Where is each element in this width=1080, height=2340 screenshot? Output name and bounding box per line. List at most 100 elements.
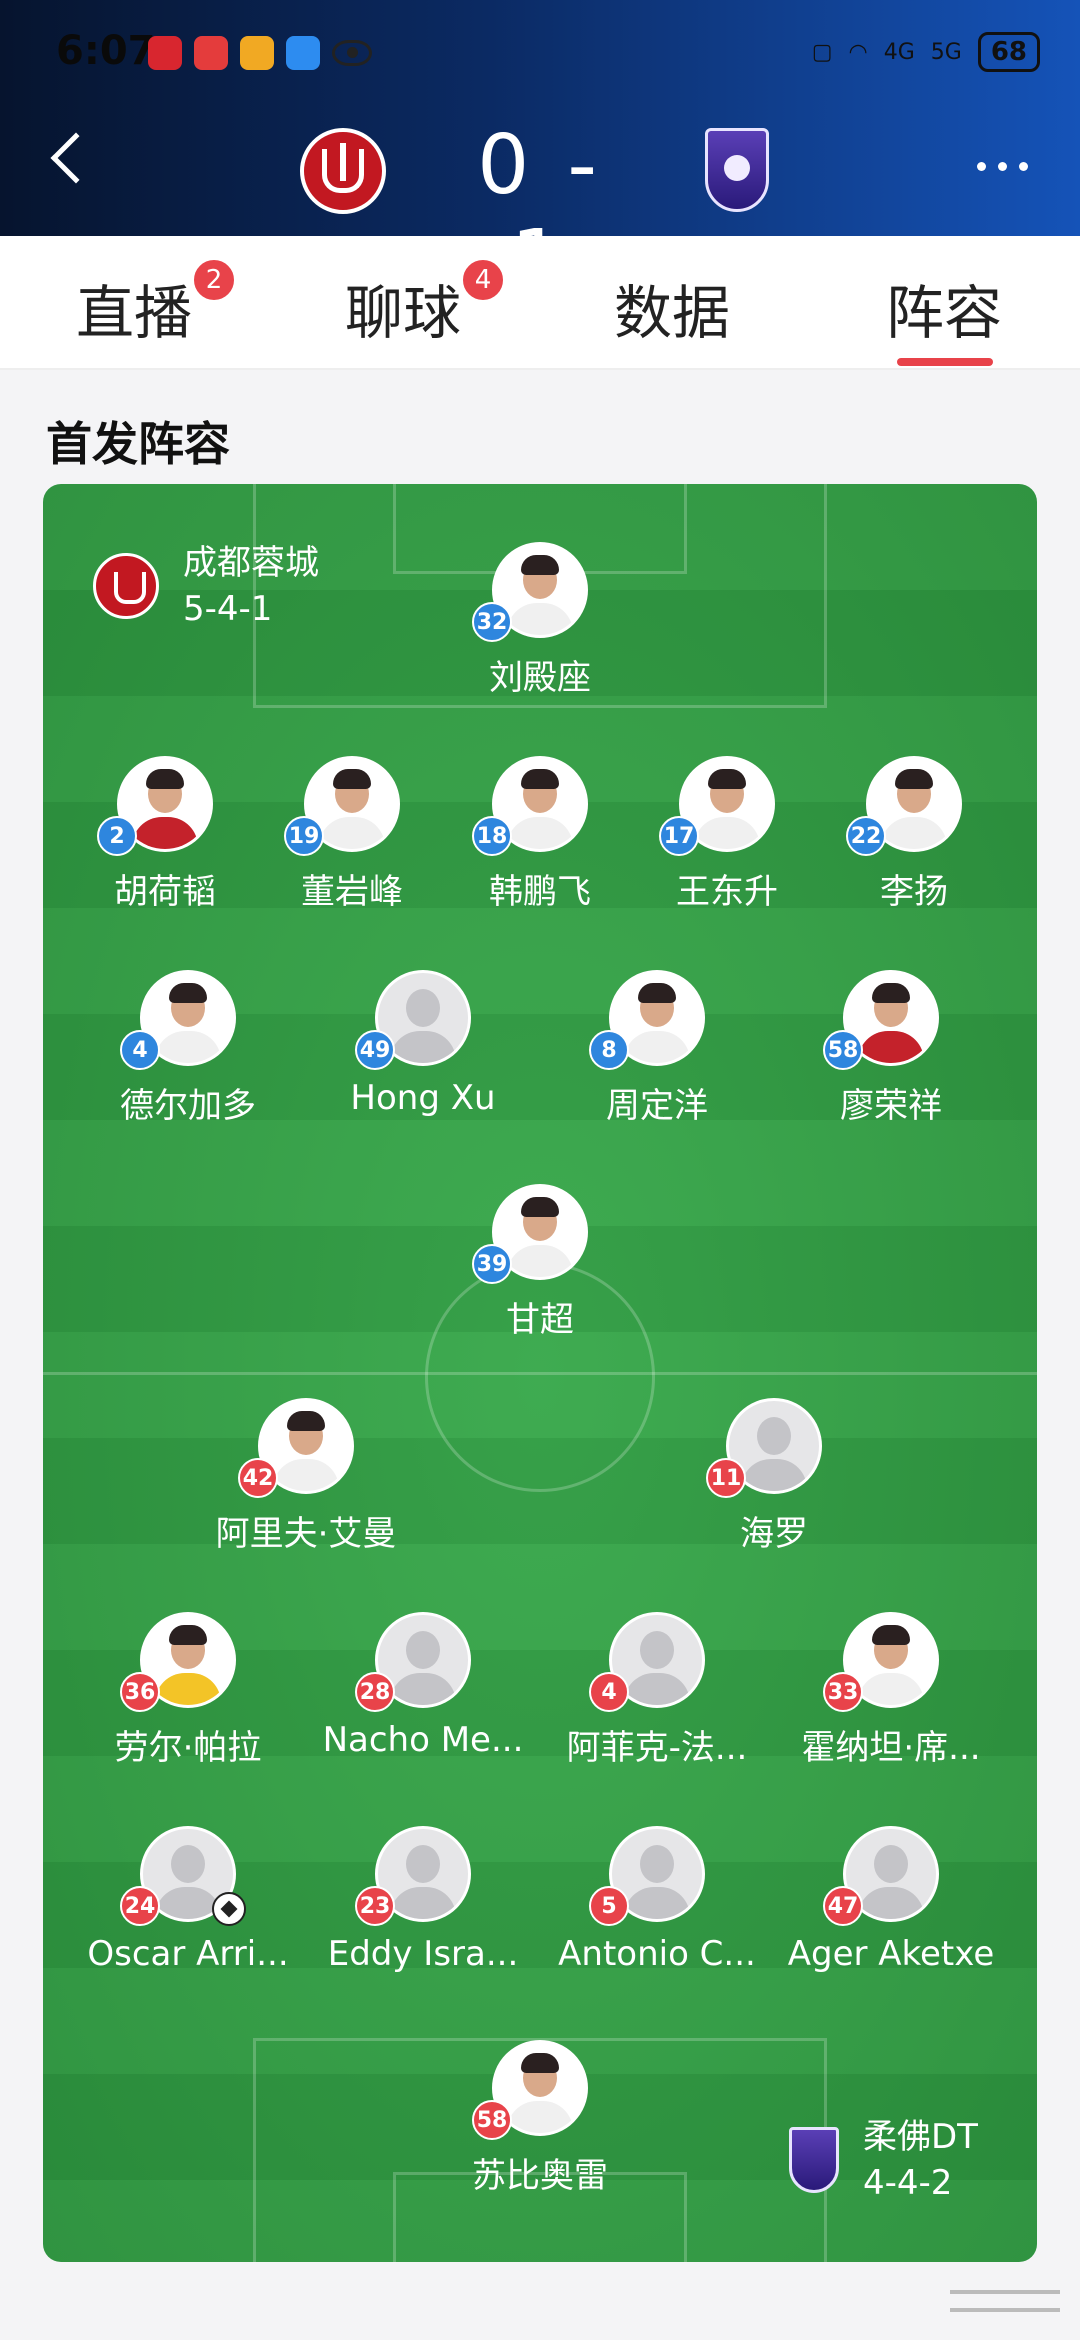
player-card[interactable]: 24 Oscar Arri... xyxy=(78,1826,298,1976)
weather-icon xyxy=(286,36,320,70)
player-card[interactable]: 58 苏比奥雷 xyxy=(430,2040,650,2196)
tab-badge: 2 xyxy=(192,258,237,302)
status-time: 6:07 xyxy=(56,28,156,74)
jersey-number: 47 xyxy=(823,1886,863,1926)
away-team-tag: 柔佛DT 4-4-2 xyxy=(789,2114,978,2206)
player-card[interactable]: 8 周定洋 xyxy=(547,970,767,1126)
jersey-number: 2 xyxy=(97,816,137,856)
player-card[interactable]: 11 海罗 xyxy=(664,1398,884,1554)
jersey-number: 22 xyxy=(846,816,886,856)
player-name: 廖荣祥 xyxy=(840,1086,942,1126)
jersey-number: 8 xyxy=(589,1030,629,1070)
player-name: 董岩峰 xyxy=(301,872,403,912)
more-icon[interactable] xyxy=(977,162,1028,171)
jersey-number: 33 xyxy=(823,1672,863,1712)
lineup-pitch: 成都蓉城 5-4-1 柔佛DT 4-4-2 32 刘殿座 2 胡荷韬 19 董岩… xyxy=(43,484,1037,2262)
jersey-number: 19 xyxy=(284,816,324,856)
home-team-name: 成都蓉城 xyxy=(183,543,319,583)
player-card[interactable]: 58 廖荣祥 xyxy=(781,970,1001,1126)
player-card[interactable]: 42 阿里夫·艾曼 xyxy=(196,1398,416,1554)
player-name: 海罗 xyxy=(740,1514,808,1554)
jersey-number: 36 xyxy=(120,1672,160,1712)
gesture-handle[interactable] xyxy=(950,2290,1060,2312)
away-team-formation: 4-4-2 xyxy=(863,2163,953,2203)
player-card[interactable]: 49 Hong Xu xyxy=(313,970,533,1120)
player-card[interactable]: 4 德尔加多 xyxy=(78,970,298,1126)
status-bar: 6:07 ▢ ◠ 4G 5G 68 xyxy=(0,0,1080,100)
player-card[interactable]: 39 甘超 xyxy=(430,1184,650,1340)
status-app-icons xyxy=(148,36,372,70)
jersey-number: 11 xyxy=(706,1458,746,1498)
app-notification-icon xyxy=(194,36,228,70)
player-name: Ager Aketxe xyxy=(787,1934,995,1974)
goal-ball-icon xyxy=(212,1892,246,1926)
jersey-number: 5 xyxy=(589,1886,629,1926)
jersey-number: 49 xyxy=(355,1030,395,1070)
player-name: 李扬 xyxy=(880,872,948,912)
tab-label: 聊球 xyxy=(345,279,462,347)
player-card[interactable]: 47 Ager Aketxe xyxy=(781,1826,1001,1976)
away-team-logo-icon xyxy=(789,2127,839,2193)
jersey-number: 39 xyxy=(472,1244,512,1284)
jersey-number: 18 xyxy=(472,816,512,856)
tab-lineup[interactable]: 阵容 xyxy=(886,266,1002,350)
jersey-number: 24 xyxy=(120,1886,160,1926)
tab-live[interactable]: 直播 2 xyxy=(76,258,237,350)
player-name: 周定洋 xyxy=(606,1086,708,1126)
player-card[interactable]: 23 Eddy Isra... xyxy=(313,1826,533,1976)
player-card[interactable]: 22 李扬 xyxy=(804,756,1024,912)
player-name: 甘超 xyxy=(506,1300,574,1340)
wifi-icon: ◠ xyxy=(848,39,868,65)
jersey-number: 32 xyxy=(472,602,512,642)
player-name: 德尔加多 xyxy=(120,1086,256,1126)
nfc-icon: ▢ xyxy=(811,39,833,65)
jersey-number: 28 xyxy=(355,1672,395,1712)
home-team-logo-icon xyxy=(93,553,159,619)
tab-stats[interactable]: 数据 xyxy=(614,266,730,350)
player-card[interactable]: 28 Nacho Me... xyxy=(313,1612,533,1762)
player-name: Antonio C... xyxy=(558,1934,756,1974)
home-team-formation: 5-4-1 xyxy=(183,589,273,629)
away-team-logo[interactable] xyxy=(705,128,769,212)
tab-chat[interactable]: 聊球 4 xyxy=(345,258,506,350)
jersey-number: 42 xyxy=(238,1458,278,1498)
signal-4g-icon: 4G xyxy=(883,39,915,65)
status-indicators: ▢ ◠ 4G 5G 68 xyxy=(812,32,1040,72)
tab-label: 直播 xyxy=(76,279,193,347)
tab-label: 数据 xyxy=(614,279,731,347)
app-notification-icon xyxy=(240,36,274,70)
app-notification-icon xyxy=(148,36,182,70)
jersey-number: 58 xyxy=(823,1030,863,1070)
home-team-logo[interactable] xyxy=(300,128,386,214)
active-tab-indicator xyxy=(897,358,993,366)
player-card[interactable]: 4 阿菲克-法... xyxy=(547,1612,767,1768)
player-card[interactable]: 33 霍纳坦·席... xyxy=(781,1612,1001,1768)
player-name: Hong Xu xyxy=(350,1078,496,1118)
back-icon[interactable] xyxy=(50,132,102,184)
home-team-tag: 成都蓉城 5-4-1 xyxy=(93,540,319,632)
player-name: 刘殿座 xyxy=(489,658,591,698)
signal-5g-icon: 5G xyxy=(930,39,962,65)
player-name: Nacho Me... xyxy=(322,1720,524,1760)
tab-badge: 4 xyxy=(461,258,506,302)
player-card[interactable]: 32 刘殿座 xyxy=(430,542,650,698)
player-name: 阿菲克-法... xyxy=(566,1728,748,1768)
jersey-number: 23 xyxy=(355,1886,395,1926)
player-card[interactable]: 36 劳尔·帕拉 xyxy=(78,1612,298,1768)
player-name: Oscar Arri... xyxy=(87,1934,289,1974)
section-title: 首发阵容 xyxy=(46,417,230,471)
jersey-number: 17 xyxy=(659,816,699,856)
player-name: 苏比奥雷 xyxy=(472,2156,608,2196)
player-card[interactable]: 5 Antonio C... xyxy=(547,1826,767,1976)
eye-icon xyxy=(332,40,372,66)
player-name: 霍纳坦·席... xyxy=(801,1728,981,1768)
away-team-name: 柔佛DT xyxy=(863,2117,978,2157)
jersey-number: 58 xyxy=(472,2100,512,2140)
battery-icon: 68 xyxy=(977,32,1040,72)
jersey-number: 4 xyxy=(589,1672,629,1712)
match-header: 6:07 ▢ ◠ 4G 5G 68 0 - 1 xyxy=(0,0,1080,308)
player-name: 劳尔·帕拉 xyxy=(114,1728,262,1768)
jersey-number: 4 xyxy=(120,1030,160,1070)
player-card[interactable]: 19 董岩峰 xyxy=(242,756,462,912)
tab-label: 阵容 xyxy=(886,279,1003,347)
